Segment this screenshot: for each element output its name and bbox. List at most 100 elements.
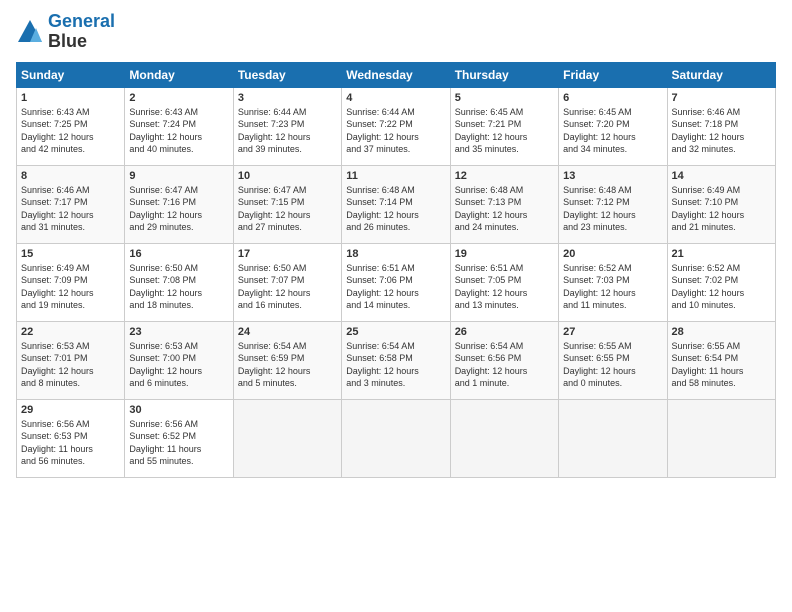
day-number: 27: [563, 326, 662, 338]
day-number: 5: [455, 92, 554, 104]
day-number: 29: [21, 404, 120, 416]
calendar-cell: 19 Sunrise: 6:51 AM Sunset: 7:05 PM Dayli…: [450, 243, 558, 321]
day-info: Sunrise: 6:48 AM Sunset: 7:14 PM Dayligh…: [346, 184, 445, 234]
calendar-cell: 28 Sunrise: 6:55 AM Sunset: 6:54 PM Dayli…: [667, 321, 775, 399]
day-info: Sunrise: 6:48 AM Sunset: 7:13 PM Dayligh…: [455, 184, 554, 234]
day-info: Sunrise: 6:53 AM Sunset: 7:01 PM Dayligh…: [21, 340, 120, 390]
calendar-cell: 27 Sunrise: 6:55 AM Sunset: 6:55 PM Dayli…: [559, 321, 667, 399]
calendar-cell: 14 Sunrise: 6:49 AM Sunset: 7:10 PM Dayli…: [667, 165, 775, 243]
day-info: Sunrise: 6:43 AM Sunset: 7:24 PM Dayligh…: [129, 106, 228, 156]
calendar-week-5: 29 Sunrise: 6:56 AM Sunset: 6:53 PM Dayli…: [17, 399, 776, 477]
day-info: Sunrise: 6:51 AM Sunset: 7:05 PM Dayligh…: [455, 262, 554, 312]
day-info: Sunrise: 6:51 AM Sunset: 7:06 PM Dayligh…: [346, 262, 445, 312]
calendar-cell: 18 Sunrise: 6:51 AM Sunset: 7:06 PM Dayli…: [342, 243, 450, 321]
day-number: 25: [346, 326, 445, 338]
day-number: 17: [238, 248, 337, 260]
header: General Blue: [16, 12, 776, 52]
day-number: 9: [129, 170, 228, 182]
calendar-week-4: 22 Sunrise: 6:53 AM Sunset: 7:01 PM Dayli…: [17, 321, 776, 399]
day-number: 24: [238, 326, 337, 338]
calendar-cell: 17 Sunrise: 6:50 AM Sunset: 7:07 PM Dayli…: [233, 243, 341, 321]
calendar-cell: 6Sunrise: 6:45 AM Sunset: 7:20 PM Daylig…: [559, 87, 667, 165]
logo-text: General Blue: [48, 12, 115, 52]
calendar-week-1: 1 Sunrise: 6:43 AM Sunset: 7:25 PM Daylig…: [17, 87, 776, 165]
day-info: Sunrise: 6:55 AM Sunset: 6:54 PM Dayligh…: [672, 340, 771, 390]
calendar-cell: 29 Sunrise: 6:56 AM Sunset: 6:53 PM Dayli…: [17, 399, 125, 477]
calendar-cell: 3 Sunrise: 6:44 AM Sunset: 7:23 PM Daylig…: [233, 87, 341, 165]
day-info: Sunrise: 6:53 AM Sunset: 7:00 PM Dayligh…: [129, 340, 228, 390]
day-info: Sunrise: 6:52 AM Sunset: 7:02 PM Dayligh…: [672, 262, 771, 312]
day-number: 30: [129, 404, 228, 416]
calendar-header-wednesday: Wednesday: [342, 62, 450, 87]
day-info: Sunrise: 6:54 AM Sunset: 6:58 PM Dayligh…: [346, 340, 445, 390]
calendar-cell: 10Sunrise: 6:47 AM Sunset: 7:15 PM Dayli…: [233, 165, 341, 243]
day-info: Sunrise: 6:49 AM Sunset: 7:10 PM Dayligh…: [672, 184, 771, 234]
day-number: 19: [455, 248, 554, 260]
day-number: 14: [672, 170, 771, 182]
calendar-cell: 12 Sunrise: 6:48 AM Sunset: 7:13 PM Dayli…: [450, 165, 558, 243]
day-number: 26: [455, 326, 554, 338]
day-number: 18: [346, 248, 445, 260]
day-info: Sunrise: 6:50 AM Sunset: 7:08 PM Dayligh…: [129, 262, 228, 312]
day-number: 13: [563, 170, 662, 182]
day-info: Sunrise: 6:45 AM Sunset: 7:20 PM Dayligh…: [563, 106, 662, 156]
day-number: 2: [129, 92, 228, 104]
calendar-cell: 25 Sunrise: 6:54 AM Sunset: 6:58 PM Dayli…: [342, 321, 450, 399]
day-number: 15: [21, 248, 120, 260]
day-number: 23: [129, 326, 228, 338]
day-info: Sunrise: 6:56 AM Sunset: 6:53 PM Dayligh…: [21, 418, 120, 468]
day-info: Sunrise: 6:46 AM Sunset: 7:17 PM Dayligh…: [21, 184, 120, 234]
day-info: Sunrise: 6:55 AM Sunset: 6:55 PM Dayligh…: [563, 340, 662, 390]
calendar-cell: 24 Sunrise: 6:54 AM Sunset: 6:59 PM Dayli…: [233, 321, 341, 399]
calendar-cell: 15 Sunrise: 6:49 AM Sunset: 7:09 PM Dayli…: [17, 243, 125, 321]
day-info: Sunrise: 6:54 AM Sunset: 6:56 PM Dayligh…: [455, 340, 554, 390]
calendar-cell: 23 Sunrise: 6:53 AM Sunset: 7:00 PM Dayli…: [125, 321, 233, 399]
calendar-cell: 20Sunrise: 6:52 AM Sunset: 7:03 PM Dayli…: [559, 243, 667, 321]
day-number: 21: [672, 248, 771, 260]
page-container: General Blue SundayMondayTuesdayWednesda…: [0, 0, 792, 490]
calendar-week-2: 8 Sunrise: 6:46 AM Sunset: 7:17 PM Daylig…: [17, 165, 776, 243]
day-info: Sunrise: 6:44 AM Sunset: 7:23 PM Dayligh…: [238, 106, 337, 156]
day-number: 3: [238, 92, 337, 104]
day-number: 4: [346, 92, 445, 104]
calendar-cell: [667, 399, 775, 477]
calendar-header-tuesday: Tuesday: [233, 62, 341, 87]
day-info: Sunrise: 6:46 AM Sunset: 7:18 PM Dayligh…: [672, 106, 771, 156]
calendar-cell: 1 Sunrise: 6:43 AM Sunset: 7:25 PM Daylig…: [17, 87, 125, 165]
day-info: Sunrise: 6:45 AM Sunset: 7:21 PM Dayligh…: [455, 106, 554, 156]
day-info: Sunrise: 6:50 AM Sunset: 7:07 PM Dayligh…: [238, 262, 337, 312]
day-number: 8: [21, 170, 120, 182]
day-info: Sunrise: 6:48 AM Sunset: 7:12 PM Dayligh…: [563, 184, 662, 234]
calendar-cell: 21 Sunrise: 6:52 AM Sunset: 7:02 PM Dayli…: [667, 243, 775, 321]
day-info: Sunrise: 6:44 AM Sunset: 7:22 PM Dayligh…: [346, 106, 445, 156]
calendar-cell: 11 Sunrise: 6:48 AM Sunset: 7:14 PM Dayli…: [342, 165, 450, 243]
calendar-header-monday: Monday: [125, 62, 233, 87]
day-number: 22: [21, 326, 120, 338]
calendar-cell: [233, 399, 341, 477]
day-number: 16: [129, 248, 228, 260]
calendar-week-3: 15 Sunrise: 6:49 AM Sunset: 7:09 PM Dayli…: [17, 243, 776, 321]
day-info: Sunrise: 6:56 AM Sunset: 6:52 PM Dayligh…: [129, 418, 228, 468]
calendar-cell: 2 Sunrise: 6:43 AM Sunset: 7:24 PM Daylig…: [125, 87, 233, 165]
day-number: 1: [21, 92, 120, 104]
logo-icon: [16, 18, 44, 46]
calendar-cell: [559, 399, 667, 477]
calendar-header-sunday: Sunday: [17, 62, 125, 87]
day-number: 11: [346, 170, 445, 182]
calendar-cell: 30 Sunrise: 6:56 AM Sunset: 6:52 PM Dayli…: [125, 399, 233, 477]
day-info: Sunrise: 6:43 AM Sunset: 7:25 PM Dayligh…: [21, 106, 120, 156]
calendar-cell: [342, 399, 450, 477]
day-number: 12: [455, 170, 554, 182]
calendar-header-thursday: Thursday: [450, 62, 558, 87]
day-number: 28: [672, 326, 771, 338]
calendar-cell: [450, 399, 558, 477]
calendar-cell: 5 Sunrise: 6:45 AM Sunset: 7:21 PM Daylig…: [450, 87, 558, 165]
day-info: Sunrise: 6:49 AM Sunset: 7:09 PM Dayligh…: [21, 262, 120, 312]
calendar-table: SundayMondayTuesdayWednesdayThursdayFrid…: [16, 62, 776, 478]
logo: General Blue: [16, 12, 115, 52]
calendar-header-row: SundayMondayTuesdayWednesdayThursdayFrid…: [17, 62, 776, 87]
calendar-cell: 22 Sunrise: 6:53 AM Sunset: 7:01 PM Dayli…: [17, 321, 125, 399]
day-info: Sunrise: 6:54 AM Sunset: 6:59 PM Dayligh…: [238, 340, 337, 390]
calendar-cell: 7Sunrise: 6:46 AM Sunset: 7:18 PM Daylig…: [667, 87, 775, 165]
day-info: Sunrise: 6:52 AM Sunset: 7:03 PM Dayligh…: [563, 262, 662, 312]
